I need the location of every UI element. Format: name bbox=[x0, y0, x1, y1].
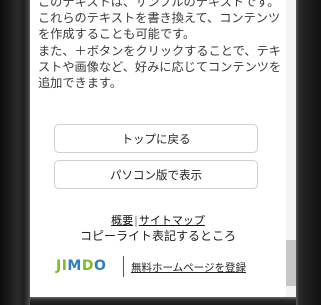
about-link[interactable]: 概要 bbox=[111, 214, 133, 227]
phone-bezel-bottom bbox=[30, 297, 296, 305]
phone-bezel-left bbox=[0, 0, 30, 305]
free-homepage-link[interactable]: 無料ホームページを登録 bbox=[131, 260, 246, 275]
jimdo-logo-part-blue2: O bbox=[93, 258, 107, 274]
jimdo-logo-part-blue: M bbox=[67, 258, 82, 274]
footer-link-separator: | bbox=[134, 214, 138, 227]
footer-links: 概要|サイトマップ bbox=[30, 212, 286, 228]
content-paragraph: このテキストは、サンプルのテキストです。これらのテキストを書き換えて、コンテンツ… bbox=[38, 0, 282, 91]
mobile-screen: このテキストは、サンプルのテキストです。これらのテキストを書き換えて、コンテンツ… bbox=[30, 0, 296, 297]
sitemap-link[interactable]: サイトマップ bbox=[139, 214, 205, 227]
jimdo-logo-part-green2: D bbox=[81, 258, 94, 274]
jimdo-logo[interactable]: JI M D O bbox=[56, 258, 106, 274]
back-to-top-button[interactable]: トップに戻る bbox=[54, 124, 258, 153]
scrollbar-thumb[interactable] bbox=[286, 240, 296, 286]
copyright-text: コピーライト表記するところ bbox=[79, 229, 236, 243]
footer-divider bbox=[123, 256, 124, 277]
jimdo-logo-part-green: JI bbox=[56, 258, 68, 274]
phone-bezel-right bbox=[296, 0, 321, 305]
pc-version-button[interactable]: パソコン版で表示 bbox=[54, 160, 258, 189]
